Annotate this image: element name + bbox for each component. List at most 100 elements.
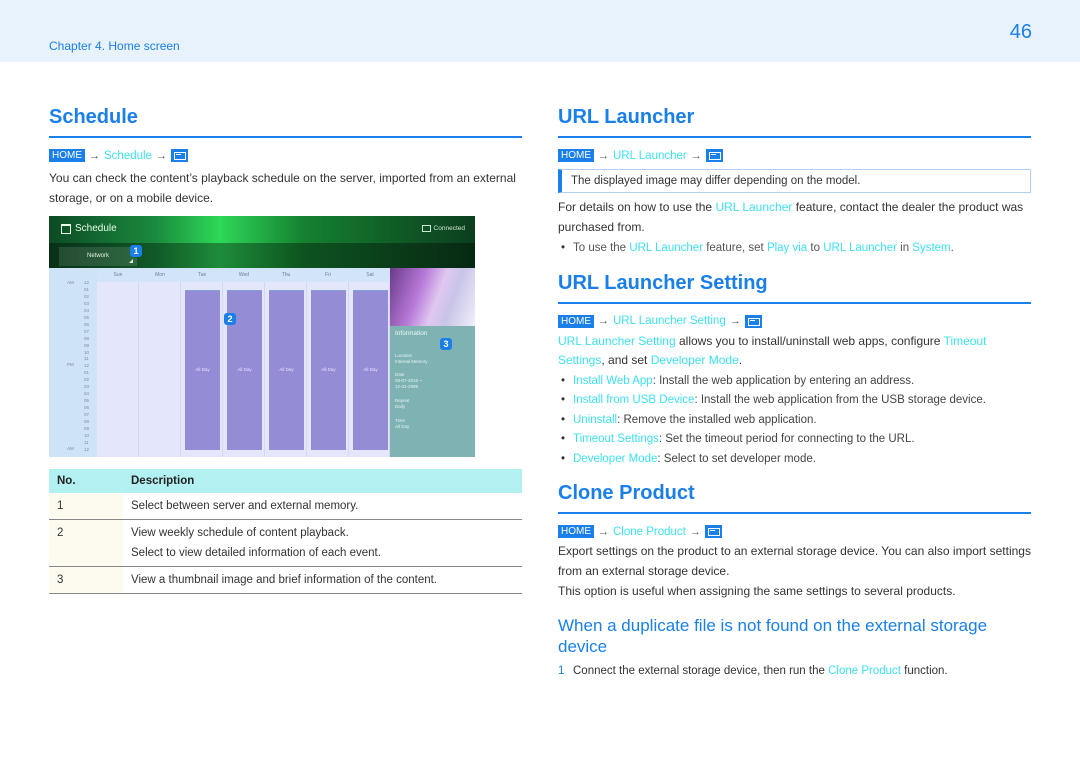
schedule-menu-link[interactable]: Schedule	[104, 150, 152, 162]
day-label-sun: Sun	[113, 272, 123, 278]
text: : Set the timeout period for connecting …	[658, 433, 915, 445]
column-header-no: No.	[49, 469, 123, 493]
url-launcher-setting-bullets: Install Web App : Install the web applica…	[558, 372, 1031, 470]
connection-status: Connected	[421, 225, 465, 232]
hour-label: 11	[84, 356, 89, 362]
monitor-icon	[421, 225, 431, 232]
screenshot-app-title: Schedule	[61, 223, 117, 234]
url-launcher-setting-link[interactable]: URL Launcher Setting	[558, 334, 676, 348]
clone-product-menu-path: HOME → Clone Product →	[558, 524, 1031, 539]
hour-label: 01	[84, 370, 90, 376]
text: feature, set	[703, 242, 767, 254]
table-header-row: No. Description	[49, 469, 522, 493]
day-label-mon: Mon	[155, 272, 165, 278]
event-block-fri[interactable]: All Day	[311, 290, 346, 450]
connection-status-text: Connected	[433, 225, 465, 232]
schedule-heading: Schedule	[49, 104, 522, 138]
event-block-tue[interactable]: All Day	[185, 290, 220, 450]
developer-mode-link[interactable]: Developer Mode	[651, 353, 739, 367]
url-launcher-link[interactable]: URL Launcher	[715, 200, 792, 214]
am-label-bottom: AM	[67, 446, 74, 451]
time-axis: AM PM AM 12 01 02 03 04 05 06 07 08 09 10 11 12 01 02 0…	[49, 268, 97, 457]
timeout-settings-link[interactable]: Timeout Settings	[573, 433, 659, 445]
event-block-sat[interactable]: All Day	[353, 290, 388, 450]
event-block-thu[interactable]: All Day	[269, 290, 304, 450]
day-header-row: Sun Mon Tue Wed Thu Fri Sat	[97, 268, 390, 282]
text: Connect the external storage device, the…	[573, 664, 829, 677]
text: .	[738, 353, 743, 367]
schedule-section: Schedule HOME → Schedule → You can check…	[49, 104, 522, 594]
hour-label: 09	[84, 425, 90, 431]
pm-label: PM	[67, 362, 74, 367]
hour-label: 01	[84, 286, 90, 292]
app-title-text: Schedule	[75, 223, 117, 234]
event-label: All Day	[321, 367, 336, 372]
text: For details on how to use the	[558, 200, 716, 214]
schedule-menu-path: HOME → Schedule →	[49, 148, 522, 163]
url-launcher-setting-menu-path: HOME → URL Launcher Setting →	[558, 314, 1031, 329]
hour-label: 10	[84, 432, 90, 438]
text: allows you to install/uninstall web apps…	[675, 333, 944, 348]
play-via-link[interactable]: Play via	[767, 242, 807, 254]
text: , and set	[601, 353, 651, 367]
arrow-icon: →	[598, 149, 609, 162]
list-item: Install Web App: Install the web applica…	[558, 372, 1031, 392]
page-number: 46	[1009, 21, 1032, 43]
url-launcher-link[interactable]: URL Launcher	[823, 242, 897, 254]
uninstall-link[interactable]: Uninstall	[573, 414, 617, 426]
enter-icon	[704, 525, 722, 538]
calendar-icon	[61, 223, 71, 234]
list-item: Install from USB Device: Install the web…	[558, 391, 1031, 411]
callout-marker-3: 3	[440, 338, 452, 350]
clone-product-menu-link[interactable]: Clone Product	[613, 526, 686, 538]
step-number: 1	[558, 664, 565, 677]
hour-label: 06	[84, 321, 90, 327]
home-button-icon: HOME	[558, 314, 594, 328]
hour-label: 07	[84, 412, 90, 418]
callout-marker-1: 1	[130, 245, 142, 257]
arrow-icon: →	[155, 149, 167, 162]
arrow-icon: →	[729, 315, 741, 327]
row-number: 2	[49, 519, 123, 567]
step-item: 1 Connect the external storage device, t…	[558, 662, 1031, 681]
clone-product-link[interactable]: Clone Product	[828, 665, 901, 677]
install-from-usb-link[interactable]: Install from USB Device	[573, 394, 694, 406]
duplicate-file-subheading: When a duplicate file is not found on th…	[558, 615, 988, 656]
row-number: 1	[49, 493, 123, 520]
home-button-icon: HOME	[558, 525, 594, 538]
hour-label: 09	[84, 342, 90, 348]
url-launcher-bullets: To use the URL Launcher feature, set Pla…	[558, 239, 1031, 259]
schedule-screenshot: Schedule Connected Network 1 AM PM AM 12…	[49, 216, 475, 457]
description-table: No. Description 1 Select between server …	[49, 469, 522, 594]
day-column-mon[interactable]	[139, 282, 181, 457]
content-thumbnail	[390, 268, 475, 326]
model-note: The displayed image may differ depending…	[558, 169, 1031, 193]
source-select-button[interactable]: Network	[59, 247, 137, 266]
url-launcher-menu-link[interactable]: URL Launcher	[613, 150, 687, 162]
enter-icon	[705, 149, 723, 162]
day-column-sun[interactable]	[97, 282, 139, 457]
hour-label: 11	[84, 439, 89, 445]
url-launcher-link[interactable]: URL Launcher	[629, 242, 703, 254]
enter-icon	[744, 314, 762, 328]
chapter-title: Chapter 4. Home screen	[49, 39, 180, 53]
developer-mode-link[interactable]: Developer Mode	[573, 453, 657, 465]
dropdown-corner-icon	[129, 259, 133, 263]
url-launcher-setting-menu-link[interactable]: URL Launcher Setting	[613, 315, 726, 327]
text: .	[950, 242, 954, 254]
info-repeat-value: Daily	[395, 404, 406, 409]
row-description: View a thumbnail image and brief informa…	[123, 566, 522, 594]
row-number: 3	[49, 566, 123, 594]
source-select-label: Network	[86, 253, 109, 259]
hour-label: 08	[84, 335, 90, 341]
text: : Select to set developer mode.	[657, 452, 816, 465]
row-description: Select between server and external memor…	[123, 493, 522, 520]
text: : Install the web application from the U…	[694, 394, 986, 406]
text: : Remove the installed web application.	[617, 413, 817, 426]
system-link[interactable]: System	[912, 242, 950, 254]
text: function.	[900, 664, 948, 677]
day-label-tue: Tue	[197, 272, 207, 278]
url-launcher-setting-para: URL Launcher Setting allows you to insta…	[558, 332, 1031, 371]
install-web-app-link[interactable]: Install Web App	[573, 375, 653, 387]
table-row: 3 View a thumbnail image and brief infor…	[49, 566, 522, 594]
